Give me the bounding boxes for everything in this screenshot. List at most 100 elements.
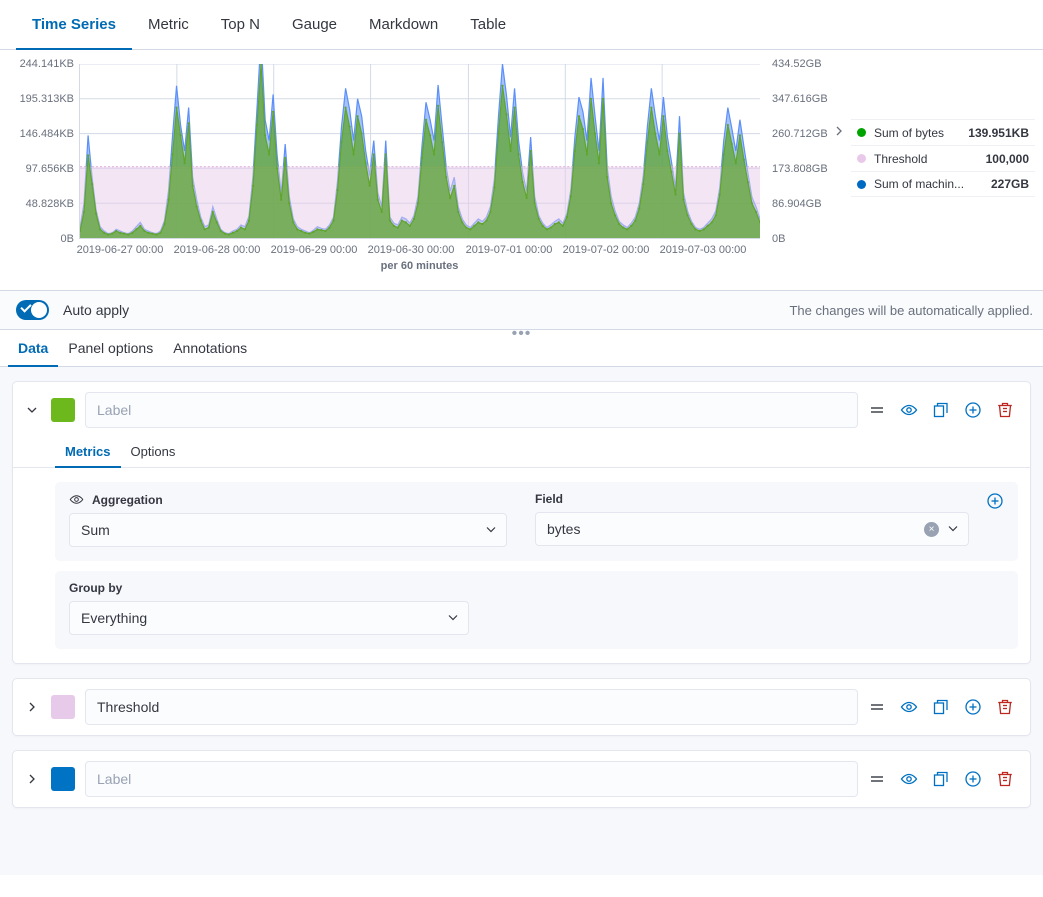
tab-label: Options [131, 444, 176, 459]
group-by-value: Everything [81, 610, 439, 626]
x-axis: 2019-06-27 00:00 2019-06-28 00:00 2019-0… [60, 244, 760, 260]
legend-series-name: Threshold [874, 152, 978, 166]
x-tick: 2019-06-28 00:00 [174, 244, 261, 256]
series-label-input[interactable] [85, 761, 858, 797]
tab-label: Data [18, 340, 48, 356]
tab-metric[interactable]: Metric [132, 1, 205, 50]
series-color-swatch[interactable] [51, 695, 75, 719]
check-icon [20, 301, 31, 312]
field-value: bytes [547, 521, 916, 537]
delete-icon[interactable] [996, 698, 1014, 716]
tab-label: Metrics [65, 444, 111, 459]
chart-legend: Sum of bytes 139.951KB Threshold 100,000… [850, 118, 1036, 198]
duplicate-icon[interactable] [932, 770, 950, 788]
add-icon[interactable] [964, 401, 982, 419]
delete-icon[interactable] [996, 770, 1014, 788]
series-row-expanded: Metrics Options Aggregation Sum [12, 381, 1031, 664]
tab-time-series[interactable]: Time Series [16, 1, 132, 50]
plot-region[interactable] [79, 64, 760, 239]
series-row-collapsed [12, 678, 1031, 736]
group-by-select[interactable]: Everything [69, 601, 469, 635]
duplicate-icon[interactable] [932, 698, 950, 716]
chart-area: 244.141KB 195.313KB 146.484KB 97.656KB 4… [0, 50, 845, 290]
chevron-down-icon [485, 522, 497, 538]
clear-field-icon[interactable]: × [924, 522, 939, 537]
tab-label: Table [470, 16, 506, 33]
series-header [13, 382, 1030, 438]
tab-gauge[interactable]: Gauge [276, 1, 353, 50]
legend-series-name: Sum of bytes [874, 126, 960, 140]
y-left-tick: 146.484KB [20, 128, 74, 140]
legend-item[interactable]: Sum of bytes 139.951KB [851, 119, 1035, 145]
auto-apply-label: Auto apply [63, 302, 129, 318]
legend-item[interactable]: Sum of machin... 227GB [851, 171, 1035, 197]
tab-options[interactable]: Options [121, 437, 186, 468]
series-row-actions [868, 401, 1020, 419]
eye-icon[interactable] [900, 770, 918, 788]
series-header [13, 679, 1030, 735]
y-axis-left: 244.141KB 195.313KB 146.484KB 97.656KB 4… [0, 50, 74, 250]
drag-handle-icon[interactable] [868, 401, 886, 419]
chevron-right-icon[interactable] [23, 698, 41, 716]
eye-icon[interactable] [900, 698, 918, 716]
tab-label: Time Series [32, 16, 116, 33]
tab-label: Metric [148, 16, 189, 33]
eye-icon[interactable] [900, 401, 918, 419]
drag-handle-icon[interactable] [868, 770, 886, 788]
chevron-down-icon[interactable] [23, 401, 41, 419]
series-label-input[interactable] [85, 392, 858, 428]
y-left-tick: 195.313KB [20, 93, 74, 105]
duplicate-icon[interactable] [932, 401, 950, 419]
series-list: Metrics Options Aggregation Sum [0, 367, 1043, 875]
tab-annotations[interactable]: Annotations [163, 331, 257, 367]
legend-collapse-chevron-right-icon[interactable] [830, 122, 848, 140]
aggregation-select[interactable]: Sum [69, 513, 507, 547]
chevron-down-icon [947, 521, 959, 537]
series-metrics-tabs: Metrics Options [13, 436, 1030, 468]
tab-label: Annotations [173, 340, 247, 356]
tab-top-n[interactable]: Top N [205, 1, 276, 50]
drag-handle-icon[interactable] [868, 698, 886, 716]
series-color-swatch[interactable] [51, 767, 75, 791]
series-row-actions [868, 770, 1020, 788]
auto-apply-toggle[interactable] [16, 300, 49, 320]
add-icon[interactable] [964, 698, 982, 716]
chevron-down-icon [447, 610, 459, 626]
tab-markdown[interactable]: Markdown [353, 1, 454, 50]
chevron-right-icon[interactable] [23, 770, 41, 788]
eye-icon[interactable] [69, 492, 84, 507]
tab-data[interactable]: Data [8, 331, 58, 367]
series-sum-of-bytes [80, 64, 760, 238]
field-label: Field [535, 492, 969, 506]
add-metric-icon[interactable] [986, 492, 1004, 510]
legend-series-value: 139.951KB [968, 126, 1029, 140]
legend-color-dot [857, 128, 866, 137]
legend-series-value: 227GB [991, 177, 1029, 191]
aggregation-label-group: Aggregation [69, 492, 507, 507]
aggregation-panel: Aggregation Sum Field bytes × [55, 482, 1018, 561]
tab-metrics[interactable]: Metrics [55, 437, 121, 468]
y-left-tick: 48.828KB [26, 198, 74, 210]
series-label-input[interactable] [85, 689, 858, 725]
x-tick: 2019-07-03 00:00 [660, 244, 747, 256]
tab-panel-options[interactable]: Panel options [58, 331, 163, 367]
y-right-tick: 173.808GB [772, 163, 828, 175]
chart-svg [80, 64, 760, 238]
delete-icon[interactable] [996, 401, 1014, 419]
legend-color-dot [857, 180, 866, 189]
toggle-knob [31, 302, 47, 318]
x-tick: 2019-07-02 00:00 [563, 244, 650, 256]
panel-resize-handle[interactable]: ••• [512, 329, 532, 339]
series-row-collapsed [12, 750, 1031, 808]
y-right-tick: 260.712GB [772, 128, 828, 140]
tab-label: Gauge [292, 16, 337, 33]
add-icon[interactable] [964, 770, 982, 788]
series-color-swatch[interactable] [51, 398, 75, 422]
tab-table[interactable]: Table [454, 1, 522, 50]
auto-apply-note: The changes will be automatically applie… [789, 303, 1033, 318]
x-tick: 2019-06-29 00:00 [271, 244, 358, 256]
series-row-actions [868, 698, 1020, 716]
legend-item[interactable]: Threshold 100,000 [851, 145, 1035, 171]
legend-series-value: 100,000 [986, 152, 1029, 166]
field-select[interactable]: bytes × [535, 512, 969, 546]
